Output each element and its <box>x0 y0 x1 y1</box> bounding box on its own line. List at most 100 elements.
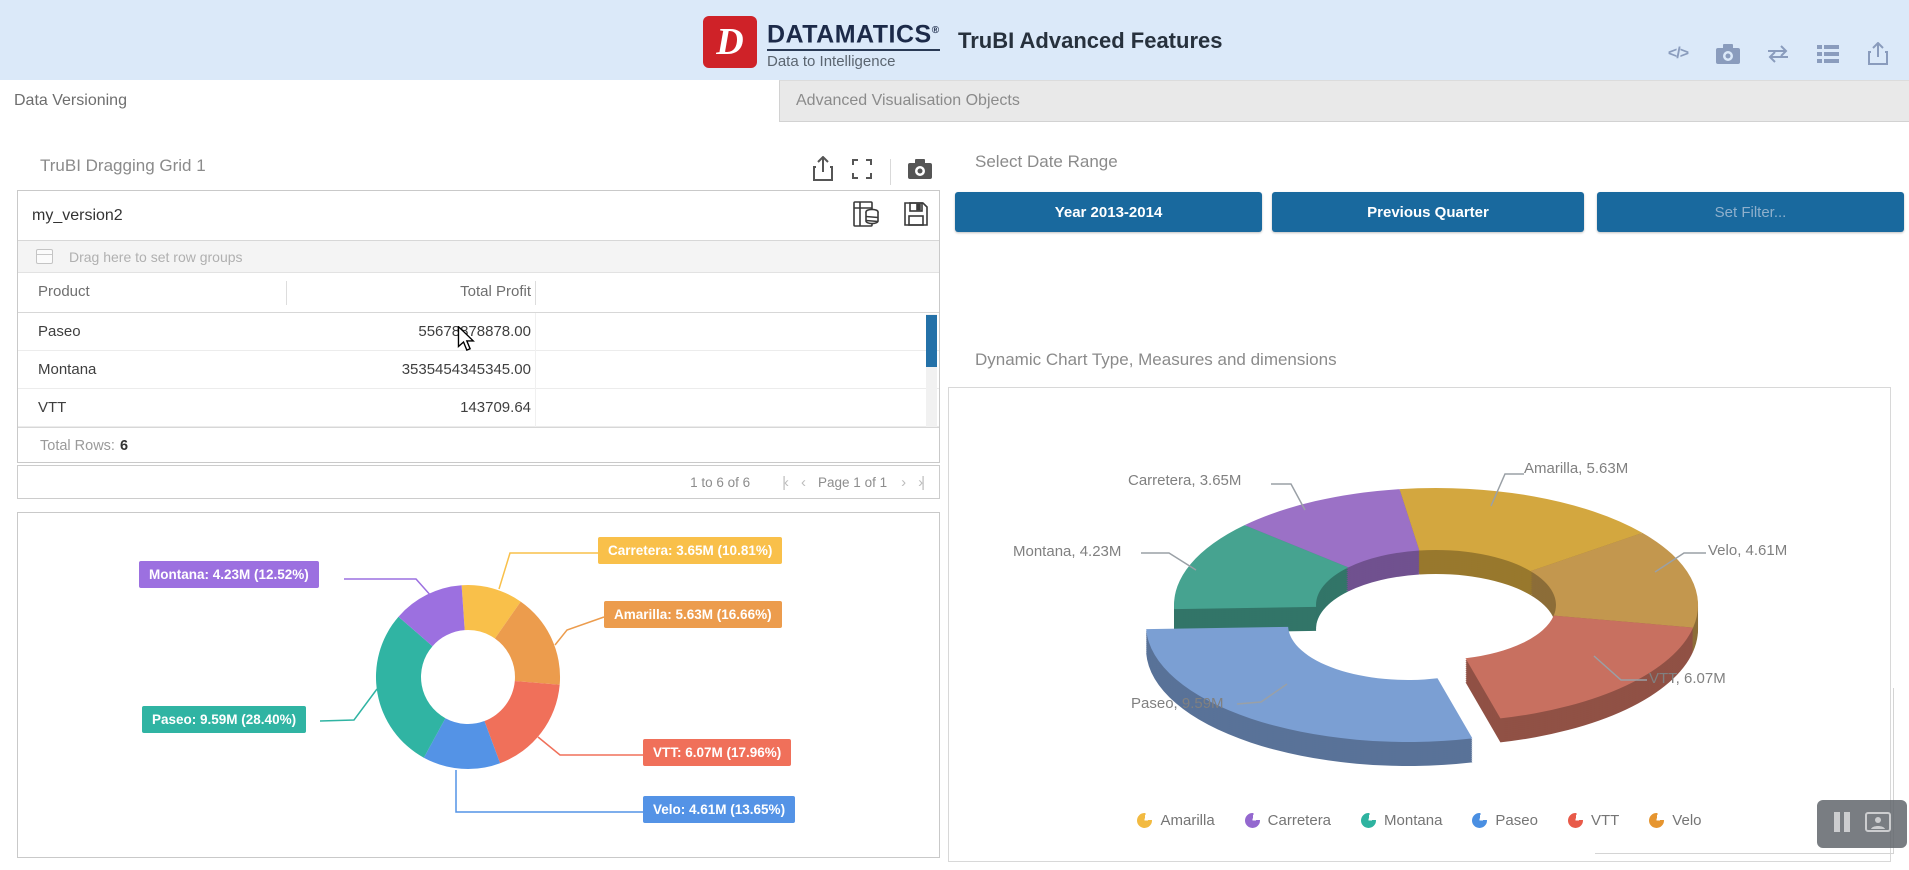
legend-item-carretera[interactable]: Carretera <box>1245 812 1331 829</box>
donut3d-chart-panel: Carretera, 3.65M Amarilla, 5.63M Montana… <box>948 387 1891 862</box>
toolbar-divider <box>890 159 891 185</box>
legend-label: Paseo <box>1495 812 1538 829</box>
chart-label-vtt: VTT: 6.07M (17.96%) <box>643 739 791 766</box>
chart3d-label-vtt: VTT, 6.07M <box>1649 670 1726 687</box>
chart3d-label-velo: Velo, 4.61M <box>1708 542 1787 559</box>
row-groups-hint: Drag here to set row groups <box>69 249 243 265</box>
widget-title: TruBI Dragging Grid 1 <box>40 156 206 176</box>
chart-legend: Amarilla Carretera Montana Paseo VTT Vel… <box>949 812 1890 829</box>
widget-toolbar <box>812 156 933 187</box>
legend-item-amarilla[interactable]: Amarilla <box>1137 812 1214 829</box>
chart-label-carretera: Carretera: 3.65M (10.81%) <box>598 537 782 564</box>
row-groups-dropzone[interactable]: Drag here to set row groups <box>18 241 939 273</box>
pie-icon <box>1649 813 1664 828</box>
row-groups-icon <box>36 249 53 264</box>
fullscreen-icon[interactable] <box>850 157 874 186</box>
versions-icon[interactable] <box>853 200 879 233</box>
chart3d-label-carretera: Carretera, 3.65M <box>1128 472 1241 489</box>
brand-name: DATAMATICS® <box>767 18 940 50</box>
camera-icon[interactable] <box>1713 40 1743 68</box>
column-divider <box>535 389 536 427</box>
chart-label-velo: Velo: 4.61M (13.65%) <box>643 796 795 823</box>
product-cell: Montana <box>38 361 96 378</box>
chart3d-label-montana: Montana, 4.23M <box>1013 543 1121 560</box>
column-divider <box>535 313 536 351</box>
page-title: TruBI Advanced Features <box>958 28 1222 54</box>
previous-quarter-button[interactable]: Previous Quarter <box>1272 192 1584 232</box>
set-filter-button[interactable]: Set Filter... <box>1597 192 1904 232</box>
column-header-total-profit[interactable]: Total Profit <box>248 283 531 300</box>
legend-item-paseo[interactable]: Paseo <box>1472 812 1538 829</box>
code-icon[interactable]: </> <box>1663 40 1693 68</box>
recording-overlay <box>1817 800 1907 848</box>
next-page-icon[interactable]: › <box>901 474 904 491</box>
legend-label: VTT <box>1591 812 1619 829</box>
legend-label: Velo <box>1672 812 1701 829</box>
donut-chart-3d[interactable] <box>949 388 1892 863</box>
header-toolbar: </> <box>1663 40 1893 68</box>
grid-header: Product Total Profit <box>18 273 939 313</box>
mouse-cursor <box>455 326 477 357</box>
table-row[interactable]: VTT 143709.64 <box>18 389 939 427</box>
tab-data-versioning[interactable]: Data Versioning <box>0 80 779 122</box>
total-rows-count: 6 <box>120 438 128 454</box>
chart-label-montana: Montana: 4.23M (12.52%) <box>139 561 319 588</box>
column-divider[interactable] <box>286 281 287 305</box>
legend-item-velo[interactable]: Velo <box>1649 812 1701 829</box>
pie-icon <box>1361 813 1376 828</box>
donut-chart-panel: Montana: 4.23M (12.52%) Carretera: 3.65M… <box>17 512 940 858</box>
legend-label: Carretera <box>1268 812 1331 829</box>
scrollbar-thumb[interactable] <box>926 315 937 367</box>
picture-icon[interactable] <box>1865 812 1891 837</box>
brand-tagline: Data to Intelligence <box>767 53 940 70</box>
grid-body: Paseo 55678878878.00 Montana 35354543453… <box>18 313 939 427</box>
pie-icon <box>1472 813 1487 828</box>
tab-bar: Data Versioning Advanced Visualisation O… <box>0 80 1909 122</box>
repeat-icon[interactable] <box>1763 40 1793 68</box>
legend-label: Amarilla <box>1160 812 1214 829</box>
datamatics-logo: D DATAMATICS® Data to Intelligence <box>703 16 940 72</box>
column-divider[interactable] <box>535 281 536 305</box>
version-row <box>18 191 939 241</box>
product-cell: VTT <box>38 399 66 416</box>
chart-label-amarilla: Amarilla: 5.63M (16.66%) <box>604 601 782 628</box>
date-range-title: Select Date Range <box>975 152 1118 172</box>
page-status: Page 1 of 1 <box>818 475 887 490</box>
list-icon[interactable] <box>1813 40 1843 68</box>
pie-icon <box>1137 813 1152 828</box>
chart3d-label-amarilla: Amarilla, 5.63M <box>1524 460 1628 477</box>
data-grid-panel: Drag here to set row groups Product Tota… <box>17 190 940 463</box>
legend-item-montana[interactable]: Montana <box>1361 812 1442 829</box>
window-edge <box>1595 853 1894 854</box>
logo-mark: D <box>703 16 757 68</box>
share-icon[interactable] <box>812 156 834 187</box>
last-page-icon[interactable]: ›| <box>918 474 923 491</box>
tab-advanced-visualisation-objects[interactable]: Advanced Visualisation Objects <box>779 80 1909 122</box>
pagination-bar: 1 to 6 of 6 |‹ ‹ Page 1 of 1 › ›| <box>17 465 940 499</box>
profit-cell: 143709.64 <box>248 399 531 416</box>
legend-item-vtt[interactable]: VTT <box>1568 812 1619 829</box>
version-name-input[interactable] <box>24 199 724 233</box>
snapshot-icon[interactable] <box>907 157 933 186</box>
app-header: D DATAMATICS® Data to Intelligence TruBI… <box>0 0 1909 80</box>
pause-icon[interactable] <box>1833 811 1851 838</box>
profit-cell: 3535454345345.00 <box>248 361 531 378</box>
chart3d-label-paseo: Paseo, 9.59M <box>1131 695 1224 712</box>
product-cell: Paseo <box>38 323 81 340</box>
prev-page-icon[interactable]: ‹ <box>801 474 804 491</box>
year-2013-2014-button[interactable]: Year 2013-2014 <box>955 192 1262 232</box>
registered-mark: ® <box>932 25 940 36</box>
profit-cell: 55678878878.00 <box>248 323 531 340</box>
column-header-product[interactable]: Product <box>38 283 90 300</box>
pie-icon <box>1568 813 1583 828</box>
export-icon[interactable] <box>1863 40 1893 68</box>
total-rows-bar: Total Rows: 6 <box>18 427 939 463</box>
first-page-icon[interactable]: |‹ <box>782 474 787 491</box>
save-icon[interactable] <box>903 200 929 233</box>
pagination-range: 1 to 6 of 6 <box>690 475 750 490</box>
dynamic-chart-title: Dynamic Chart Type, Measures and dimensi… <box>975 350 1337 370</box>
table-row[interactable]: Montana 3535454345345.00 <box>18 351 939 389</box>
total-rows-label: Total Rows: <box>40 438 115 454</box>
chart-label-paseo: Paseo: 9.59M (28.40%) <box>142 706 306 733</box>
table-row[interactable]: Paseo 55678878878.00 <box>18 313 939 351</box>
